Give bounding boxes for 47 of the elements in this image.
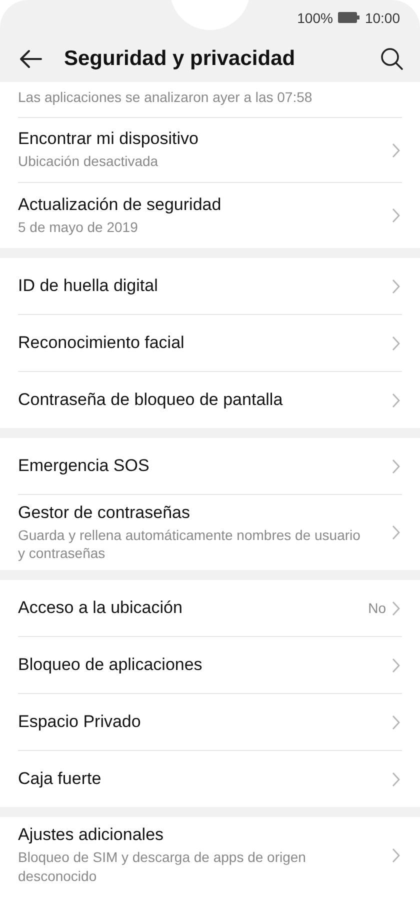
settings-item[interactable]: Contraseña de bloqueo de pantalla <box>18 372 402 428</box>
clock-time: 10:00 <box>364 10 400 26</box>
setting-title: Gestor de contraseñas <box>18 503 191 523</box>
chevron-icon <box>392 714 400 730</box>
setting-title: Actualización de seguridad <box>18 194 222 215</box>
setting-value: No <box>368 600 386 616</box>
battery-percentage: 100% <box>297 10 333 26</box>
chevron-icon <box>392 600 400 616</box>
setting-subtitle: Ubicación desactivada <box>18 152 160 171</box>
setting-title: Encontrar mi dispositivo <box>18 129 200 150</box>
setting-subtitle: Guarda y rellena automáticamente nombres de usuario y contraseñas <box>18 526 362 562</box>
settings-item[interactable]: Ajustes adicionales Bloqueo de SIM y descarga de apps de origen desconocido <box>18 817 402 893</box>
settings-item[interactable]: Bloqueo de aplicaciones <box>18 637 402 694</box>
settings-item[interactable]: Gestor de contraseñas Guarda y rellena automáticamente nombres de usuario y contraseñas <box>18 495 402 570</box>
chevron-icon <box>392 208 400 223</box>
setting-subtitle: Bloqueo de SIM y descarga de apps de origen desconocido <box>18 848 307 885</box>
setting-title: Bloqueo de aplicaciones <box>18 655 204 676</box>
chevron-icon <box>392 525 400 540</box>
settings-item[interactable]: Caja fuerte <box>18 751 402 808</box>
search-button[interactable] <box>380 46 404 70</box>
settings-item[interactable]: Actualización de seguridad 5 de mayo de 2019 <box>18 183 402 248</box>
settings-item[interactable]: Acceso a la ubicación No <box>18 580 402 638</box>
settings-item[interactable]: Emergencia SOS <box>18 438 402 495</box>
settings-item[interactable]: Reconocimiento facial <box>18 315 402 372</box>
settings-item[interactable]: Espacio Privado <box>18 694 402 752</box>
chevron-icon <box>392 278 400 294</box>
setting-title: ID de huella digital <box>18 276 159 296</box>
page-title: Seguridad y privacidad <box>64 46 296 70</box>
setting-subtitle: Las aplicaciones se analizaron ayer a las 07:58 <box>18 88 314 106</box>
chevron-icon <box>392 336 400 350</box>
setting-title: Caja fuerte <box>18 769 102 790</box>
settings-item[interactable]: Encontrar mi dispositivo Ubicación desactivada <box>18 118 402 183</box>
chevron-icon <box>392 142 400 158</box>
setting-title: Emergencia SOS <box>18 456 150 476</box>
chevron-icon <box>392 458 400 474</box>
settings-item[interactable]: ID de huella digital <box>18 258 402 315</box>
battery-icon <box>338 12 360 23</box>
setting-title: Reconocimiento facial <box>18 333 186 353</box>
setting-title: Espacio Privado <box>18 712 142 732</box>
chevron-icon <box>392 658 400 673</box>
chevron-icon <box>392 772 400 787</box>
chevron-icon <box>392 848 400 863</box>
chevron-icon <box>392 392 400 408</box>
setting-subtitle: 5 de mayo de 2019 <box>18 218 139 236</box>
setting-title: Acceso a la ubicación <box>18 598 184 618</box>
setting-title: Ajustes adicionales <box>18 825 165 846</box>
setting-title: Contraseña de bloqueo de pantalla <box>18 390 284 410</box>
